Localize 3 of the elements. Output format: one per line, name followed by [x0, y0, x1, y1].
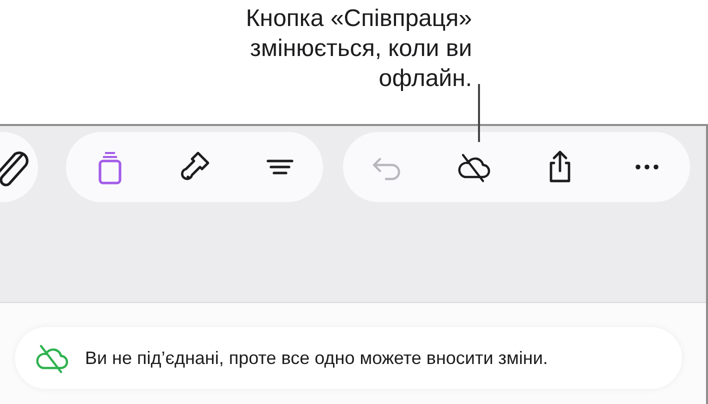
offline-message: Ви не під’єднані, проте все одно можете вносити зміни. [85, 346, 548, 370]
callout-text: Кнопка «Співпраця» змінюється, коли ви офлайн. [244, 4, 472, 94]
leader-line [478, 84, 480, 142]
